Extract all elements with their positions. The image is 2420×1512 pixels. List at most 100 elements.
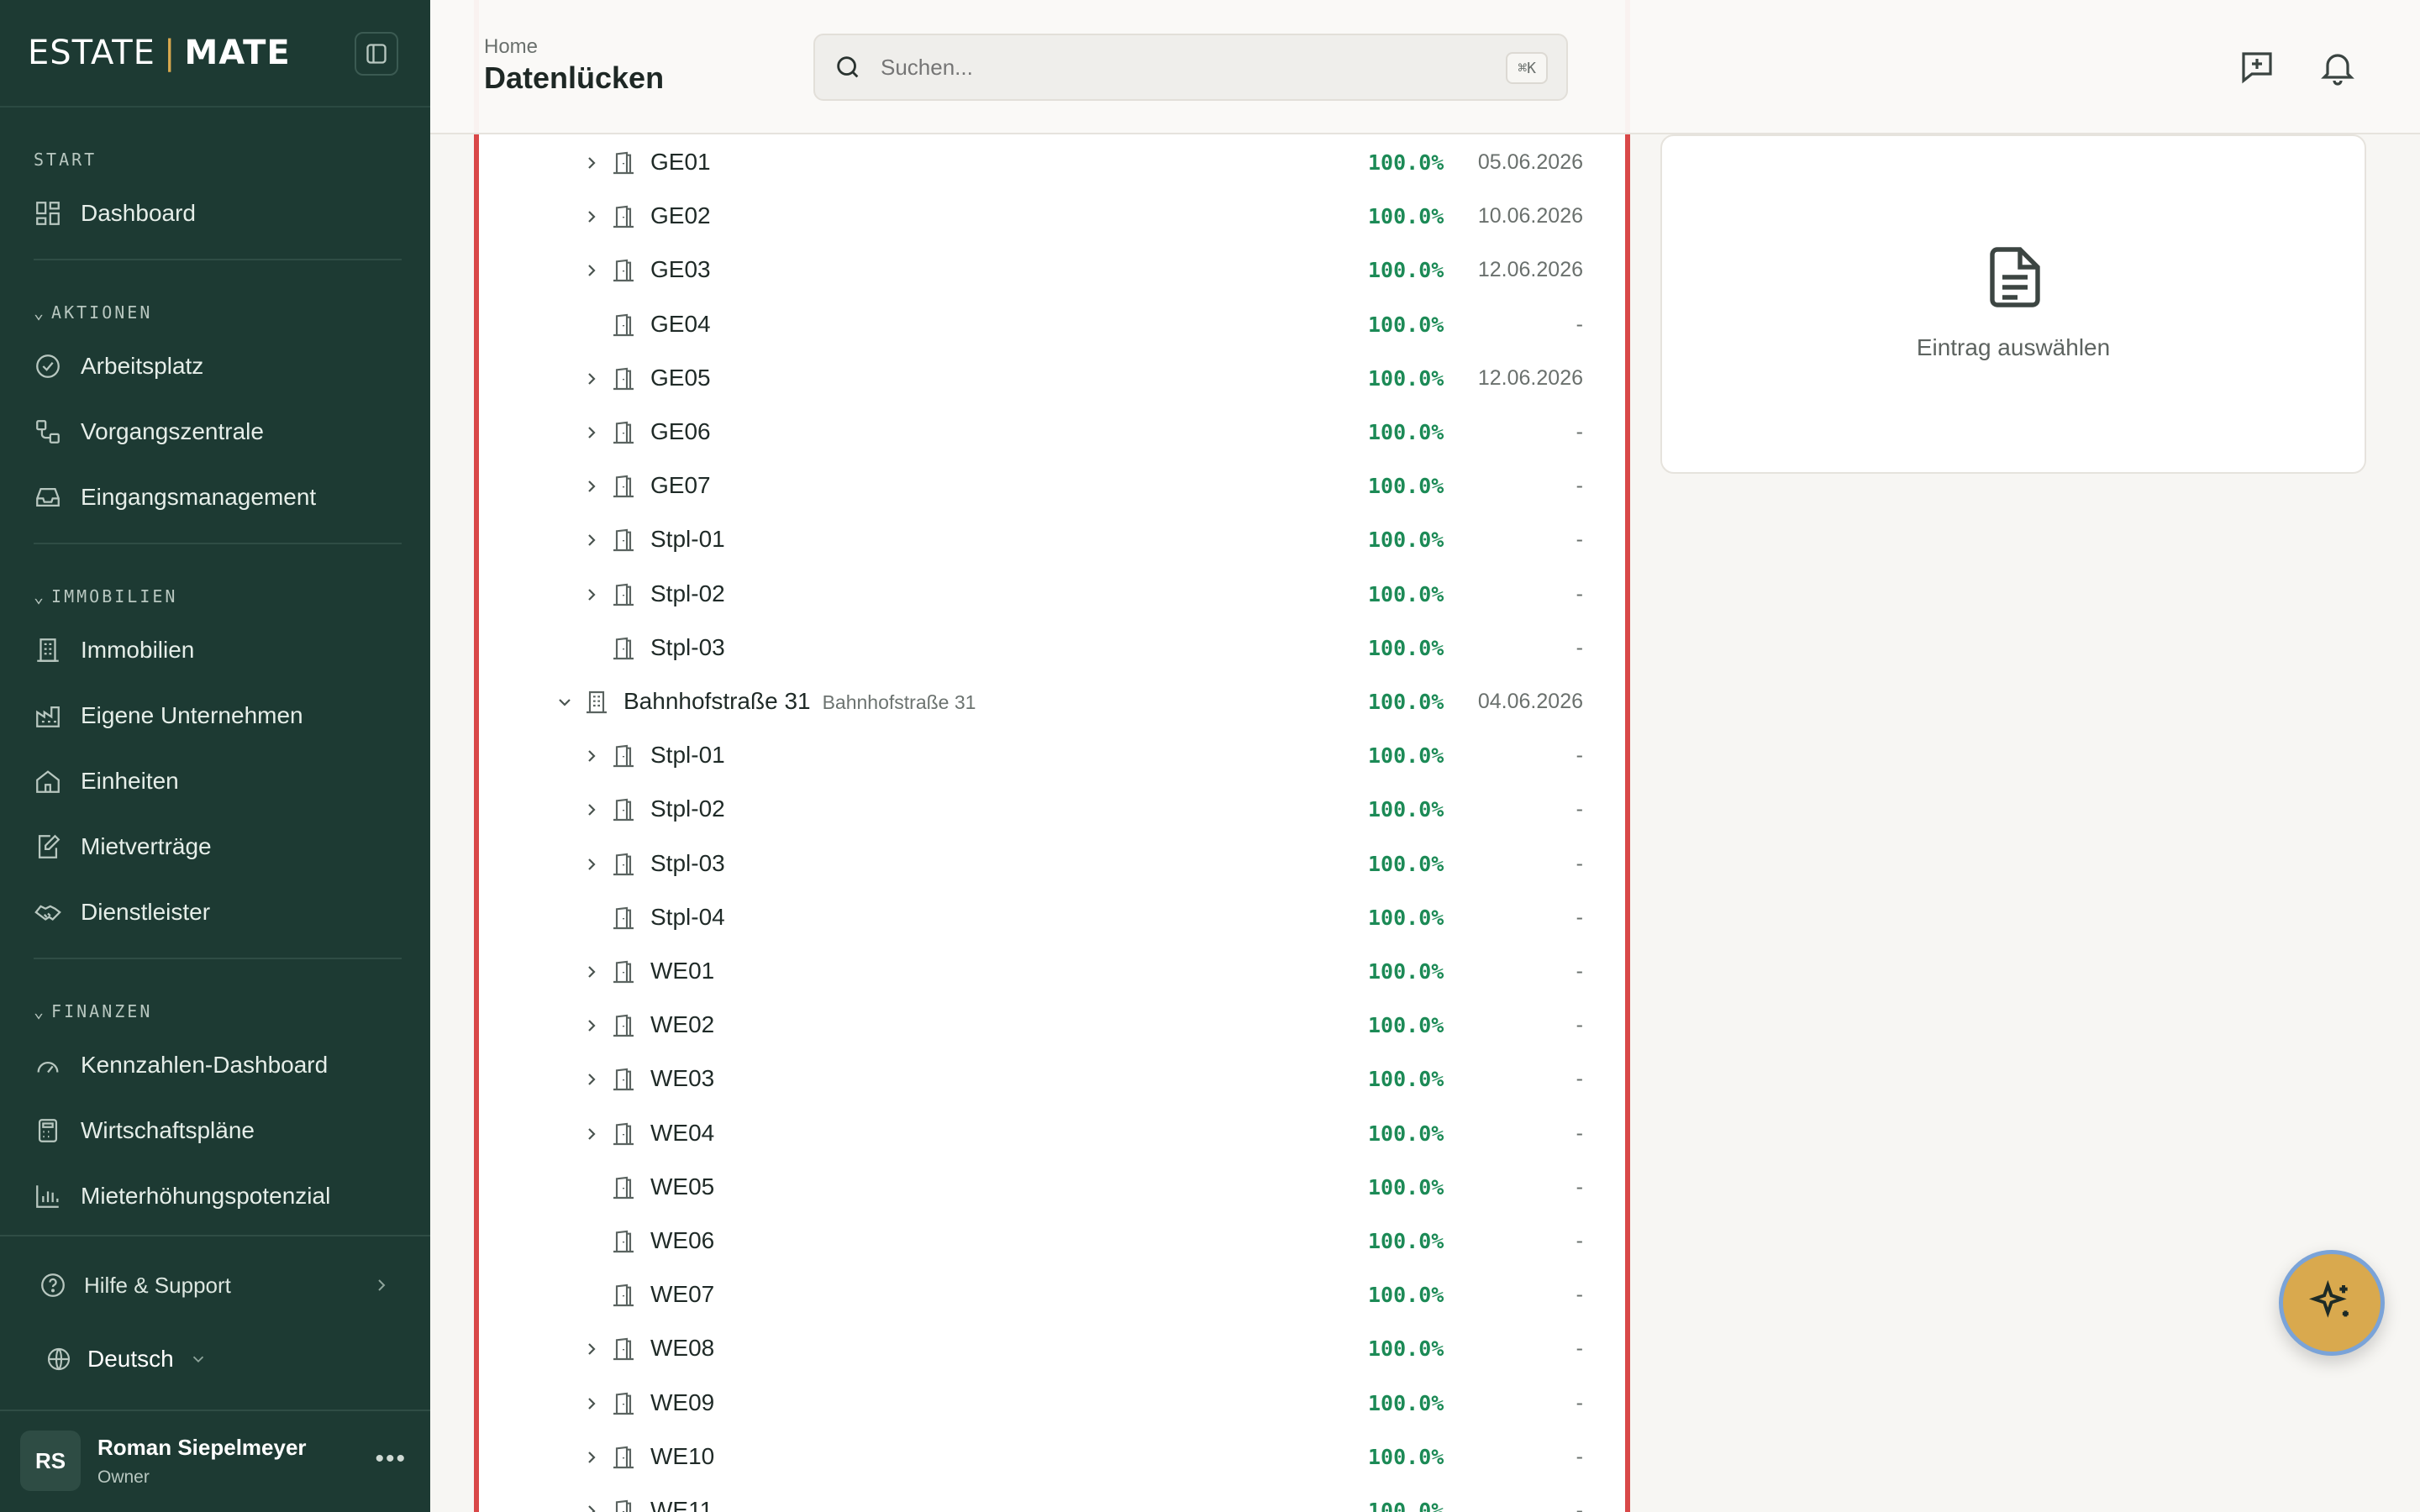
chevron-right-icon[interactable] bbox=[581, 1339, 602, 1359]
page-title: Datenlücken bbox=[484, 60, 665, 95]
tree-row-unit[interactable]: GE06 100.0% - bbox=[479, 406, 1625, 459]
tree-row-unit[interactable]: GE01 100.0% 05.06.2026 bbox=[479, 136, 1625, 190]
nav-item-dashboard[interactable]: Dashboard bbox=[34, 188, 403, 239]
tree-row-name: GE07 bbox=[650, 472, 711, 499]
tree-row-unit[interactable]: GE05 100.0% 12.06.2026 bbox=[479, 352, 1625, 406]
search-bar[interactable]: ⌘K bbox=[813, 34, 1568, 101]
chevron-right-icon[interactable] bbox=[581, 369, 602, 389]
nav-item-mieterhoehungspotenzial[interactable]: Mieterhöhungspotenzial bbox=[34, 1171, 403, 1221]
nav-item-immobilien[interactable]: Immobilien bbox=[34, 625, 403, 675]
nav-item-einheiten[interactable]: Einheiten bbox=[34, 756, 403, 806]
nav-item-arbeitsplatz[interactable]: Arbeitsplatz bbox=[34, 341, 403, 391]
help-support-button[interactable]: Hilfe & Support bbox=[39, 1262, 392, 1309]
chevron-right-icon[interactable] bbox=[581, 746, 602, 766]
language-selector[interactable]: Deutsch bbox=[45, 1336, 208, 1383]
chevron-right-icon[interactable] bbox=[581, 962, 602, 982]
tree-row-unit[interactable]: WE07 100.0% - bbox=[479, 1268, 1625, 1322]
more-options-icon[interactable]: ••• bbox=[375, 1445, 407, 1473]
chevron-right-icon[interactable] bbox=[581, 1447, 602, 1467]
nav-item-eigene-unternehmen[interactable]: Eigene Unternehmen bbox=[34, 690, 403, 741]
nav-item-mietvertraege[interactable]: Mietverträge bbox=[34, 822, 403, 872]
tree-row-label: Stpl-02 bbox=[650, 580, 725, 606]
nav-label-einheiten: Einheiten bbox=[81, 768, 179, 794]
nav-item-vorgangszentrale[interactable]: Vorgangszentrale bbox=[34, 407, 403, 457]
chevron-right-icon[interactable] bbox=[581, 153, 602, 173]
chevron-right-icon[interactable] bbox=[581, 1394, 602, 1414]
app-logo[interactable]: ESTATE | MATE bbox=[28, 34, 291, 72]
chevron-right-icon[interactable] bbox=[581, 260, 602, 281]
feedback-icon[interactable] bbox=[2237, 47, 2277, 87]
avatar: RS bbox=[20, 1431, 81, 1491]
chevron-right-icon[interactable] bbox=[581, 1124, 602, 1144]
logo-text-estate: ESTATE bbox=[28, 34, 155, 72]
chevron-down-icon bbox=[192, 1356, 203, 1363]
search-input[interactable] bbox=[881, 54, 1469, 81]
chevron-down-icon: ⌄ bbox=[34, 586, 47, 606]
tree-row-name: WE04 bbox=[650, 1120, 714, 1147]
sidebar-toggle-button[interactable] bbox=[355, 32, 398, 76]
last-updated-date: 04.06.2026 bbox=[1477, 690, 1583, 713]
completeness-percent: 100.0% bbox=[1368, 474, 1444, 499]
nav-item-dienstleister[interactable]: Dienstleister bbox=[34, 887, 403, 937]
tree-row-property[interactable]: Bahnhofstraße 31 Bahnhofstraße 31 100.0% 04… bbox=[479, 675, 1625, 729]
tree-row-name: GE01 bbox=[650, 149, 711, 176]
tree-row-unit[interactable]: Stpl-03 100.0% - bbox=[479, 837, 1625, 891]
tree-row-unit[interactable]: GE03 100.0% 12.06.2026 bbox=[479, 244, 1625, 297]
chevron-right-icon[interactable] bbox=[581, 476, 602, 496]
tree-row-unit[interactable]: Stpl-02 100.0% - bbox=[479, 568, 1625, 622]
tree-row-label: GE05 bbox=[650, 364, 711, 391]
tree-row-unit[interactable]: GE04 100.0% - bbox=[479, 298, 1625, 352]
tree-row-unit[interactable]: GE07 100.0% - bbox=[479, 459, 1625, 513]
section-toggle-finanzen[interactable]: ⌄ FINANZEN bbox=[34, 1001, 152, 1021]
tree-row-unit[interactable]: WE02 100.0% - bbox=[479, 999, 1625, 1053]
check-circle-icon bbox=[36, 354, 60, 378]
tree-row-unit[interactable]: Stpl-02 100.0% - bbox=[479, 783, 1625, 837]
section-toggle-aktionen[interactable]: ⌄ AKTIONEN bbox=[34, 302, 152, 323]
door-icon bbox=[613, 1230, 634, 1253]
chevron-right-icon[interactable] bbox=[581, 585, 602, 605]
tree-row-unit[interactable]: WE08 100.0% - bbox=[479, 1322, 1625, 1376]
chevron-right-icon[interactable] bbox=[581, 1501, 602, 1512]
tree-row-unit[interactable]: WE09 100.0% - bbox=[479, 1377, 1625, 1431]
nav-item-wirtschaftsplaene[interactable]: Wirtschaftspläne bbox=[34, 1105, 403, 1156]
sidebar-divider bbox=[34, 958, 402, 959]
tree-row-unit[interactable]: WE05 100.0% - bbox=[479, 1161, 1625, 1215]
tree-row-label: GE04 bbox=[650, 310, 711, 337]
section-toggle-immobilien[interactable]: ⌄ IMMOBILIEN bbox=[34, 586, 177, 606]
user-profile[interactable]: RS Roman Siepelmeyer Owner ••• bbox=[20, 1428, 407, 1494]
completeness-percent: 100.0% bbox=[1368, 1444, 1444, 1469]
tree-row-unit[interactable]: WE10 100.0% - bbox=[479, 1431, 1625, 1484]
chevron-right-icon[interactable] bbox=[581, 1016, 602, 1036]
tree-row-unit[interactable]: Stpl-01 100.0% - bbox=[479, 513, 1625, 567]
tree-row-unit[interactable]: GE02 100.0% 10.06.2026 bbox=[479, 190, 1625, 244]
tree-row-unit[interactable]: WE01 100.0% - bbox=[479, 945, 1625, 999]
bell-icon[interactable] bbox=[2317, 47, 2358, 87]
last-updated-date: - bbox=[1576, 312, 1583, 336]
chevron-right-icon[interactable] bbox=[581, 1069, 602, 1089]
tree-row-unit[interactable]: Stpl-01 100.0% - bbox=[479, 729, 1625, 783]
tree-row-unit[interactable]: Stpl-04 100.0% - bbox=[479, 891, 1625, 945]
section-label-aktionen: AKTIONEN bbox=[51, 302, 153, 323]
completeness-percent: 100.0% bbox=[1368, 1174, 1444, 1200]
nav-item-kennzahlen-dashboard[interactable]: Kennzahlen-Dashboard bbox=[34, 1040, 403, 1090]
chevron-right-icon[interactable] bbox=[581, 530, 602, 550]
search-icon bbox=[837, 56, 859, 78]
last-updated-date: - bbox=[1576, 905, 1583, 929]
tree-row-unit[interactable]: WE11 100.0% - bbox=[479, 1484, 1625, 1512]
chevron-right-icon[interactable] bbox=[581, 207, 602, 227]
tree-row-unit[interactable]: WE06 100.0% - bbox=[479, 1215, 1625, 1268]
tree-row-unit[interactable]: WE04 100.0% - bbox=[479, 1107, 1625, 1161]
breadcrumb[interactable]: Home bbox=[484, 35, 538, 59]
ai-assistant-button[interactable] bbox=[2279, 1250, 2385, 1356]
chevron-right-icon[interactable] bbox=[581, 423, 602, 443]
completeness-percent: 100.0% bbox=[1368, 258, 1444, 283]
tree-row-unit[interactable]: Stpl-03 100.0% - bbox=[479, 622, 1625, 675]
completeness-percent: 100.0% bbox=[1368, 581, 1444, 606]
door-icon bbox=[613, 529, 634, 552]
chevron-right-icon[interactable] bbox=[581, 854, 602, 874]
nav-label-immobilien: Immobilien bbox=[81, 637, 195, 663]
chevron-right-icon[interactable] bbox=[581, 800, 602, 820]
chevron-down-icon[interactable] bbox=[555, 692, 575, 712]
tree-row-unit[interactable]: WE03 100.0% - bbox=[479, 1053, 1625, 1106]
nav-item-eingangsmanagement[interactable]: Eingangsmanagement bbox=[34, 472, 403, 522]
